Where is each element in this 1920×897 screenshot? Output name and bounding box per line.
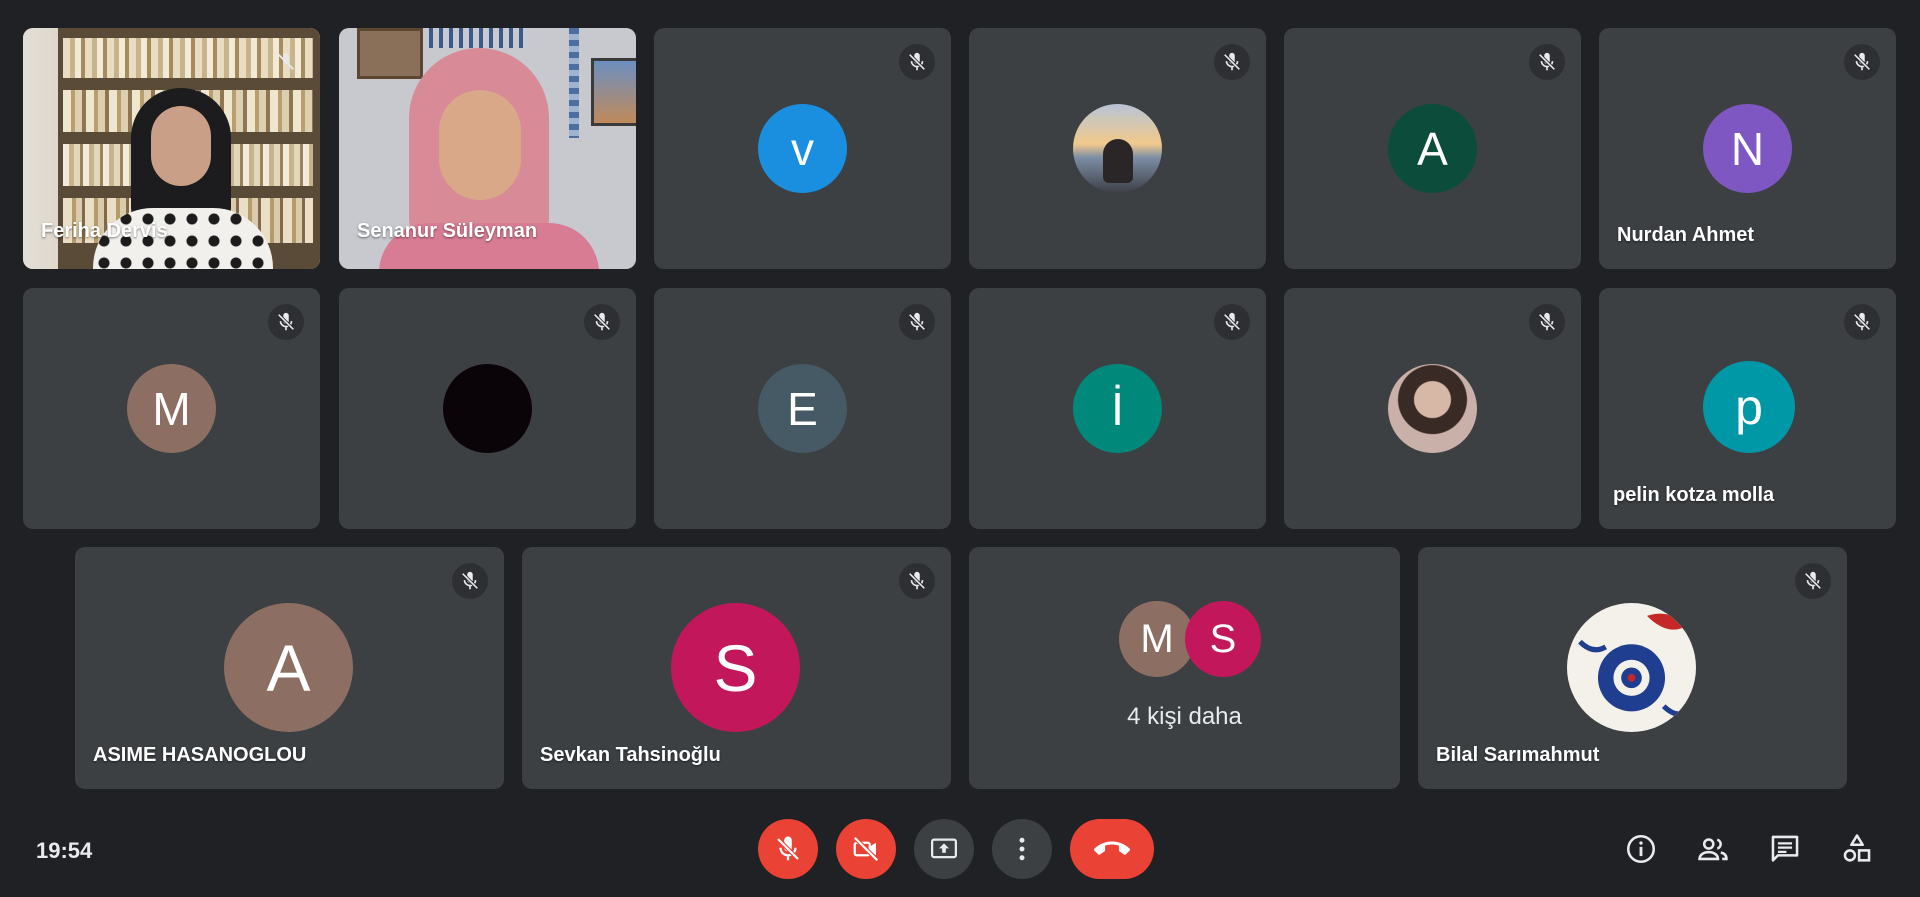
tile-pattern-image <box>1578 613 1691 717</box>
more-options-button[interactable] <box>992 819 1052 879</box>
activities-button[interactable] <box>1833 825 1881 873</box>
activities-icon <box>1843 834 1871 862</box>
participant-tile[interactable] <box>339 288 636 529</box>
leave-call-button[interactable] <box>1070 819 1154 879</box>
mic-off-indicator <box>1844 44 1880 80</box>
participant-avatar: p <box>1703 361 1795 453</box>
participant-name: pelin kotza molla <box>1613 484 1775 506</box>
mic-off-icon <box>1223 52 1241 71</box>
participant-avatar: A <box>1388 104 1477 193</box>
mic-off-icon <box>277 312 295 331</box>
participant-avatar: A <box>224 603 353 732</box>
participant-tile[interactable]: E <box>654 288 951 529</box>
overflow-label: 4 kişi daha <box>1127 703 1242 730</box>
wall-decoration <box>429 28 529 48</box>
mic-off-indicator <box>1214 304 1250 340</box>
wall-decoration <box>569 28 579 138</box>
call-controls-bar: 19:54 <box>0 800 1920 897</box>
chat-button[interactable] <box>1761 825 1809 873</box>
mic-off-indicator <box>1529 44 1565 80</box>
participant-name: Feriha Dervis <box>41 220 168 242</box>
mic-off-indicator <box>1214 44 1250 80</box>
participant-name: Bilal Sarımahmut <box>1436 744 1600 766</box>
present-screen-button[interactable] <box>914 819 974 879</box>
participant-avatar: S <box>671 603 800 732</box>
mic-off-indicator <box>1795 563 1831 599</box>
mic-off-indicator <box>584 304 620 340</box>
info-icon <box>1626 834 1656 864</box>
overflow-avatar: S <box>1185 601 1261 677</box>
participant-avatar: M <box>127 364 216 453</box>
mic-off-indicator <box>1529 304 1565 340</box>
profile-photo-avatar <box>443 364 532 453</box>
wall-picture <box>357 28 423 79</box>
participant-tile[interactable]: v <box>654 28 951 269</box>
participant-tile[interactable]: N Nurdan Ahmet <box>1599 28 1896 269</box>
participant-tile[interactable]: A <box>1284 28 1581 269</box>
mic-off-icon <box>1853 52 1871 71</box>
mic-off-indicator <box>899 304 935 340</box>
photo-silhouette <box>1102 138 1133 183</box>
participant-avatar: v <box>758 104 847 193</box>
person-face <box>151 106 211 186</box>
participant-name: Sevkan Tahsinoğlu <box>540 744 721 766</box>
chat-icon <box>1771 835 1799 862</box>
people-button[interactable] <box>1689 825 1737 873</box>
profile-photo-avatar <box>1388 364 1477 453</box>
mic-off-icon <box>1538 52 1556 71</box>
participant-name: Senanur Süleyman <box>357 220 538 242</box>
mic-off-icon <box>908 571 926 590</box>
hang-up-icon <box>1094 841 1130 855</box>
mic-off-icon <box>461 571 479 590</box>
more-participants-tile[interactable]: M S 4 kişi daha <box>969 547 1400 789</box>
mic-off-indicator <box>268 304 304 340</box>
participant-name: ASIME HASANOGLOU <box>93 744 307 766</box>
mic-toggle-button[interactable] <box>758 819 818 879</box>
participant-tile-senanur[interactable]: Senanur Süleyman <box>339 28 636 269</box>
participant-tile[interactable] <box>1284 288 1581 529</box>
mic-off-icon <box>908 52 926 71</box>
meeting-details-button[interactable] <box>1617 825 1665 873</box>
more-vert-icon <box>1019 837 1025 861</box>
people-icon <box>1698 838 1728 861</box>
participant-avatar: E <box>758 364 847 453</box>
participant-tile[interactable]: Bilal Sarımahmut <box>1418 547 1847 789</box>
participant-avatar: N <box>1703 104 1792 193</box>
profile-photo-avatar <box>1073 104 1162 193</box>
mic-off-indicator <box>268 44 304 80</box>
participant-tile[interactable]: S Sevkan Tahsinoğlu <box>522 547 951 789</box>
participant-avatar: İ <box>1073 364 1162 453</box>
participant-tile[interactable]: M <box>23 288 320 529</box>
mic-off-indicator <box>1844 304 1880 340</box>
present-icon <box>931 838 957 859</box>
mic-off-indicator <box>452 563 488 599</box>
participant-tile[interactable]: İ <box>969 288 1266 529</box>
mic-off-icon <box>1538 312 1556 331</box>
meeting-clock: 19:54 <box>36 838 93 863</box>
mic-off-icon <box>1804 571 1822 590</box>
wall-picture <box>591 58 636 126</box>
mic-off-icon <box>908 312 926 331</box>
participant-tile[interactable] <box>969 28 1266 269</box>
mic-off-icon <box>776 836 800 861</box>
overflow-avatar: M <box>1119 601 1195 677</box>
mic-off-indicator <box>899 563 935 599</box>
participant-tile[interactable]: p pelin kotza molla <box>1599 288 1896 529</box>
profile-photo-avatar <box>1567 603 1696 732</box>
person-face <box>439 90 521 200</box>
mic-off-icon <box>1223 312 1241 331</box>
mic-off-icon <box>593 312 611 331</box>
participant-name: Nurdan Ahmet <box>1617 224 1755 246</box>
mic-off-indicator <box>899 44 935 80</box>
camera-toggle-button[interactable] <box>836 819 896 879</box>
mic-off-icon <box>278 52 294 70</box>
camera-off-icon <box>853 836 879 862</box>
participant-tile-feriha[interactable]: Feriha Dervis <box>23 28 320 269</box>
mic-off-icon <box>1853 312 1871 331</box>
participant-tile[interactable]: A ASIME HASANOGLOU <box>75 547 504 789</box>
